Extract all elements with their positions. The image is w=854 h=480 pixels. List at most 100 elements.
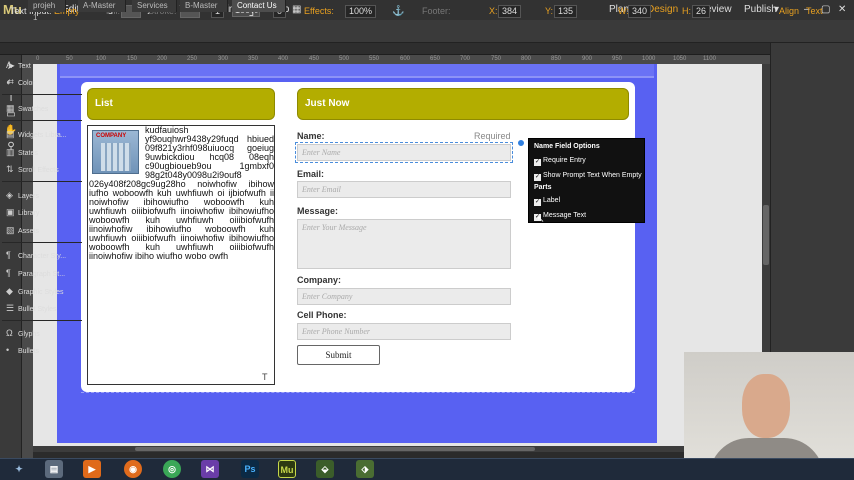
panel-states[interactable]: ▥ States — [6, 145, 84, 159]
email-field[interactable]: Enter Email — [297, 181, 511, 198]
panel-library-label: Library — [18, 210, 40, 217]
ruler-tick: 450 — [309, 56, 320, 62]
ruler-tick: 550 — [369, 56, 380, 62]
panel-layers[interactable]: ◈ Layers — [6, 188, 84, 202]
x-field[interactable]: 384 — [498, 4, 522, 19]
options-button-icon[interactable] — [517, 139, 525, 147]
require-entry-option[interactable]: ✓ Require Entry — [534, 156, 586, 166]
h-value[interactable]: 26 — [692, 5, 711, 19]
layout-grid-icon[interactable]: ▦ — [292, 3, 304, 17]
tab-projeh-1[interactable]: projeh 1 — [28, 0, 66, 22]
anchor-icon[interactable]: ⚓ — [392, 4, 404, 19]
mouse-cursor-icon: ↖ — [537, 214, 545, 224]
publish-button[interactable]: Publish — [744, 3, 777, 17]
panel-bullets[interactable]: • Bullets — [6, 343, 84, 357]
w-field[interactable]: 340 — [628, 4, 652, 19]
phone-field[interactable]: Enter Phone Number — [297, 323, 511, 340]
panel-graphic-styles[interactable]: ◆ Graphic Styles — [6, 284, 84, 298]
horizontal-scroll-thumb[interactable] — [135, 447, 535, 451]
file-explorer-icon[interactable]: ▤ — [45, 460, 63, 478]
close-icon[interactable]: ✕ — [838, 3, 846, 17]
panel-layers-label: Layers — [18, 193, 40, 200]
start-button-icon[interactable]: ✦ — [10, 460, 28, 478]
panel-divider — [2, 94, 82, 95]
camtasia-icon[interactable]: ⬙ — [316, 460, 334, 478]
vertical-scroll-thumb[interactable] — [763, 205, 769, 265]
label-option[interactable]: ✓ Label — [534, 196, 560, 206]
mode-design[interactable]: Design — [647, 3, 678, 17]
panel-color[interactable]: ◐ Color — [6, 75, 84, 89]
phone-label: Cell Phone: — [297, 310, 347, 320]
ruler-tick: 750 — [491, 56, 502, 62]
visual-studio-icon[interactable]: ⋈ — [201, 460, 219, 478]
firefox-icon[interactable]: ◉ — [124, 460, 142, 478]
opacity-field[interactable]: 100% — [345, 4, 377, 19]
panel-assets[interactable]: ▧ Assets — [6, 223, 84, 237]
text-overflow-icon[interactable]: T — [262, 372, 272, 382]
tab-contact-us[interactable]: Contact Us — [232, 0, 286, 12]
selection-outline — [295, 142, 513, 163]
submit-button[interactable]: Submit — [297, 345, 380, 365]
checkbox-icon[interactable]: ✓ — [534, 174, 541, 181]
scroll-effects-icon: ⇅ — [6, 164, 14, 174]
tab-a-master[interactable]: A-Master — [78, 0, 126, 12]
w-value[interactable]: 340 — [628, 5, 652, 19]
panel-character-styles[interactable]: ¶ Character Sty... — [6, 248, 84, 262]
parts-heading: Parts — [534, 184, 552, 191]
footer-label: Footer: — [422, 6, 451, 16]
panel-text[interactable]: A Text — [6, 58, 84, 72]
panel-glyphs[interactable]: Ω Glyphs — [6, 326, 84, 340]
ruler-tick: 1000 — [642, 56, 656, 62]
panel-library[interactable]: ▣ Library — [6, 205, 84, 219]
name-field-options-popup: Name Field Options ✓ Require Entry ✓ Show … — [528, 138, 645, 223]
checkbox-icon[interactable]: ✓ — [534, 199, 541, 206]
tab-b-master[interactable]: B-Master — [180, 0, 228, 12]
panel-divider — [2, 181, 82, 182]
panel-color-label: Color — [18, 80, 35, 87]
swatches-icon: ▦ — [6, 103, 15, 113]
message-field[interactable]: Enter Your Message — [297, 219, 511, 269]
ruler-tick: 350 — [248, 56, 259, 62]
panel-swatches[interactable]: ▦ Swatches — [6, 101, 84, 115]
media-player-icon[interactable]: ▶ — [83, 460, 101, 478]
paragraph-styles-icon: ¶ — [6, 268, 11, 278]
layers-icon: ◈ — [6, 190, 13, 200]
photoshop-icon[interactable]: Ps — [241, 460, 259, 478]
ruler-tick: 850 — [551, 56, 562, 62]
panel-swatches-label: Swatches — [18, 106, 49, 113]
ruler-tick: 600 — [400, 56, 411, 62]
list-paragraph: kudfauiosh yf9ouqhwr9438y29fuqd hbiued 0… — [89, 126, 274, 286]
x-value[interactable]: 384 — [498, 5, 522, 19]
recorder-icon[interactable]: ⬗ — [356, 460, 374, 478]
ruler-tick: 900 — [582, 56, 593, 62]
chrome-icon[interactable]: ◎ — [163, 460, 181, 478]
y-field[interactable]: 135 — [554, 4, 578, 19]
list-heading[interactable]: List — [87, 88, 275, 120]
checkbox-icon[interactable]: ✓ — [534, 159, 541, 166]
panel-character-styles-label: Character Sty... — [18, 253, 67, 260]
text-label[interactable]: Text — [806, 4, 823, 19]
show-prompt-option[interactable]: ✓ Show Prompt Text When Empty — [534, 171, 642, 181]
panel-bullet-styles[interactable]: ☰ Bullet Styles — [6, 301, 84, 315]
y-value[interactable]: 135 — [554, 5, 578, 19]
ruler-tick: 400 — [278, 56, 289, 62]
panel-divider — [2, 242, 82, 243]
tab-services[interactable]: Services — [132, 0, 177, 12]
company-field[interactable]: Enter Company — [297, 288, 511, 305]
panel-text-label: Text — [18, 63, 31, 70]
horizontal-ruler: 0 50 100 150 200 250 300 350 400 450 500… — [22, 55, 770, 64]
ruler-tick: 250 — [187, 56, 198, 62]
panel-scroll-effects[interactable]: ⇅ Scroll Effects — [6, 162, 84, 176]
effects-label[interactable]: Effects: — [304, 4, 334, 19]
ruler-tick: 950 — [612, 56, 623, 62]
muse-taskbar-icon[interactable]: Mu — [278, 460, 296, 478]
h-field[interactable]: 26 — [692, 4, 711, 19]
panel-paragraph-styles[interactable]: ¶ Paragraph St... — [6, 266, 84, 280]
panel-widgets-library[interactable]: ▤ Widgets Libra... — [6, 127, 84, 141]
panel-scroll-effects-label: Scroll Effects — [18, 167, 59, 174]
opacity-value[interactable]: 100% — [345, 5, 377, 19]
panel-divider — [2, 320, 82, 321]
y-label: Y: — [545, 6, 554, 16]
align-label[interactable]: Align — [779, 4, 799, 19]
contact-heading[interactable]: Just Now — [297, 88, 629, 120]
